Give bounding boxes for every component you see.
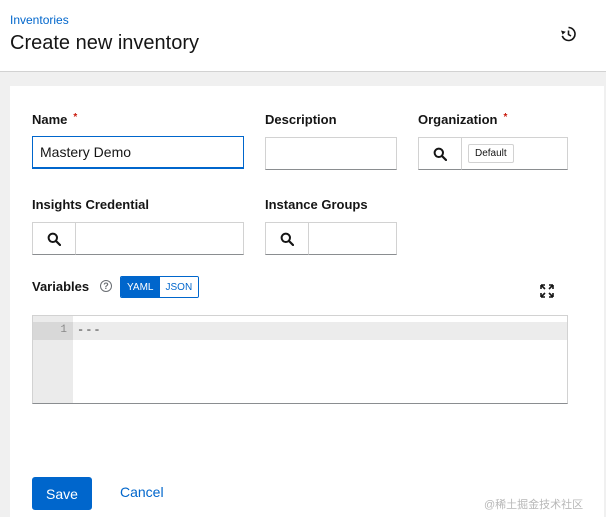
search-icon	[433, 147, 447, 161]
watermark: @稀土掘金技术社区	[484, 499, 584, 511]
required-mark: *	[503, 112, 508, 123]
organization-field[interactable]: Default	[462, 137, 568, 170]
expand-editor-button[interactable]	[538, 282, 556, 300]
organization-search-button[interactable]	[418, 137, 462, 170]
editor-line-number: 1	[60, 324, 67, 336]
history-icon	[561, 26, 576, 42]
expand-icon	[540, 284, 554, 298]
search-icon	[47, 232, 61, 246]
organization-label: Organization *	[418, 112, 508, 127]
insights-credential-search-button[interactable]	[32, 222, 76, 255]
history-button[interactable]	[556, 22, 580, 46]
insights-credential-label: Insights Credential	[32, 197, 150, 212]
page-title: Create new inventory	[10, 32, 199, 54]
json-toggle-button[interactable]: JSON	[159, 277, 199, 297]
editor-active-line	[73, 322, 567, 340]
variables-label: Variables	[32, 279, 90, 294]
instance-groups-lookup	[265, 222, 397, 255]
instance-groups-label: Instance Groups	[265, 197, 368, 212]
instance-groups-field[interactable]	[309, 222, 397, 255]
variables-format-toggle: YAML JSON	[120, 276, 200, 298]
insights-credential-field[interactable]	[76, 222, 244, 255]
organization-lookup: Default	[418, 137, 568, 170]
question-circle-icon[interactable]: ?	[100, 280, 112, 292]
cancel-button[interactable]: Cancel	[120, 484, 164, 500]
editor-content[interactable]: ---	[77, 323, 102, 337]
save-button[interactable]: Save	[32, 477, 92, 510]
yaml-toggle-button[interactable]: YAML	[121, 277, 160, 297]
description-label: Description	[265, 112, 337, 127]
variables-code-editor[interactable]: 1 ---	[32, 315, 568, 404]
page-header: Inventories Create new inventory	[0, 0, 606, 72]
instance-groups-search-button[interactable]	[265, 222, 309, 255]
name-input[interactable]	[32, 136, 244, 169]
required-mark: *	[73, 112, 78, 123]
form-card: Name* Description Organization* Default …	[10, 86, 604, 517]
search-icon	[280, 232, 294, 246]
name-label: Name *	[32, 112, 78, 127]
breadcrumb-inventories[interactable]: Inventories	[10, 13, 69, 27]
description-input[interactable]	[265, 137, 397, 170]
organization-chip: Default	[468, 144, 514, 163]
insights-credential-lookup	[32, 222, 244, 255]
